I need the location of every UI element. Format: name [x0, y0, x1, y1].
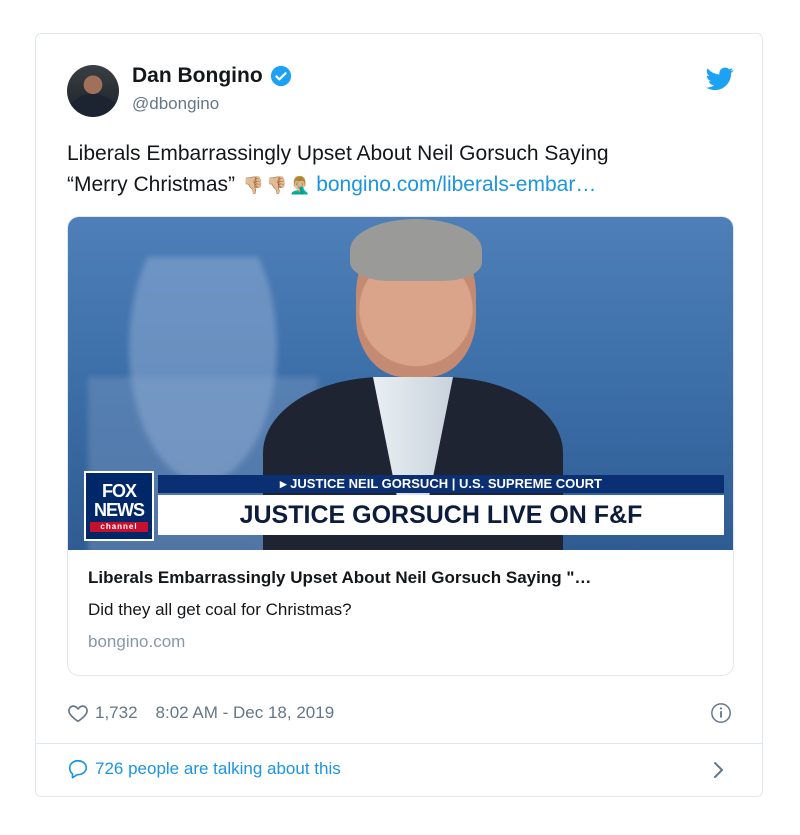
tweet-text-line2: “Merry Christmas”: [67, 173, 235, 196]
person-hair: [350, 219, 482, 281]
banner-main-text: JUSTICE GORSUCH LIVE ON F&F: [158, 495, 724, 535]
avatar[interactable]: [67, 65, 119, 117]
like-count[interactable]: 1,732: [95, 703, 138, 723]
heart-icon[interactable]: [67, 702, 89, 724]
verified-badge-icon: [270, 65, 291, 87]
facepalm-emoji: 🤦🏼‍♂️: [289, 176, 311, 195]
link-preview-card[interactable]: FOX NEWS channel ▸ JUSTICE NEIL GORSUCH …: [67, 216, 734, 676]
link-card-body: Liberals Embarrassingly Upset About Neil…: [88, 567, 708, 653]
thumbs-down-emoji: 👎🏼: [242, 176, 265, 195]
user-handle[interactable]: @dbongino: [132, 94, 219, 114]
tweet-meta: 1,732 8:02 AM - Dec 18, 2019: [67, 702, 334, 724]
tweet-text-line1: Liberals Embarrassingly Upset About Neil…: [67, 142, 609, 165]
link-preview-image[interactable]: FOX NEWS channel ▸ JUSTICE NEIL GORSUCH …: [68, 217, 733, 550]
info-icon[interactable]: [710, 702, 732, 724]
conversation-count-text[interactable]: 726 people are talking about this: [95, 759, 341, 779]
tweet-link[interactable]: bongino.com/liberals-embar…: [316, 173, 596, 196]
chevron-right-icon[interactable]: [712, 759, 726, 781]
timestamp[interactable]: 8:02 AM - Dec 18, 2019: [156, 703, 335, 723]
banner-top-text: ▸ JUSTICE NEIL GORSUCH | U.S. SUPREME CO…: [158, 475, 724, 493]
twitter-bird-icon[interactable]: [706, 67, 734, 91]
tweet-text: Liberals Embarrassingly Upset About Neil…: [67, 138, 737, 201]
conversation-link[interactable]: 726 people are talking about this: [67, 758, 341, 780]
link-card-description: Did they all get coal for Christmas?: [88, 600, 352, 619]
fox-news-logo: FOX NEWS channel: [84, 471, 154, 541]
divider: [36, 743, 762, 744]
author-name-row[interactable]: Dan Bongino: [132, 64, 292, 88]
link-card-title: Liberals Embarrassingly Upset About Neil…: [88, 568, 592, 587]
display-name[interactable]: Dan Bongino: [132, 64, 263, 88]
link-card-domain: bongino.com: [88, 632, 186, 651]
thumbs-down-emoji: 👎🏼: [266, 176, 288, 195]
tweet-card: Dan Bongino @dbongino Liberals Embarrass…: [35, 33, 763, 797]
speech-bubble-icon: [68, 759, 88, 779]
news-lower-third: FOX NEWS channel ▸ JUSTICE NEIL GORSUCH …: [84, 471, 724, 541]
